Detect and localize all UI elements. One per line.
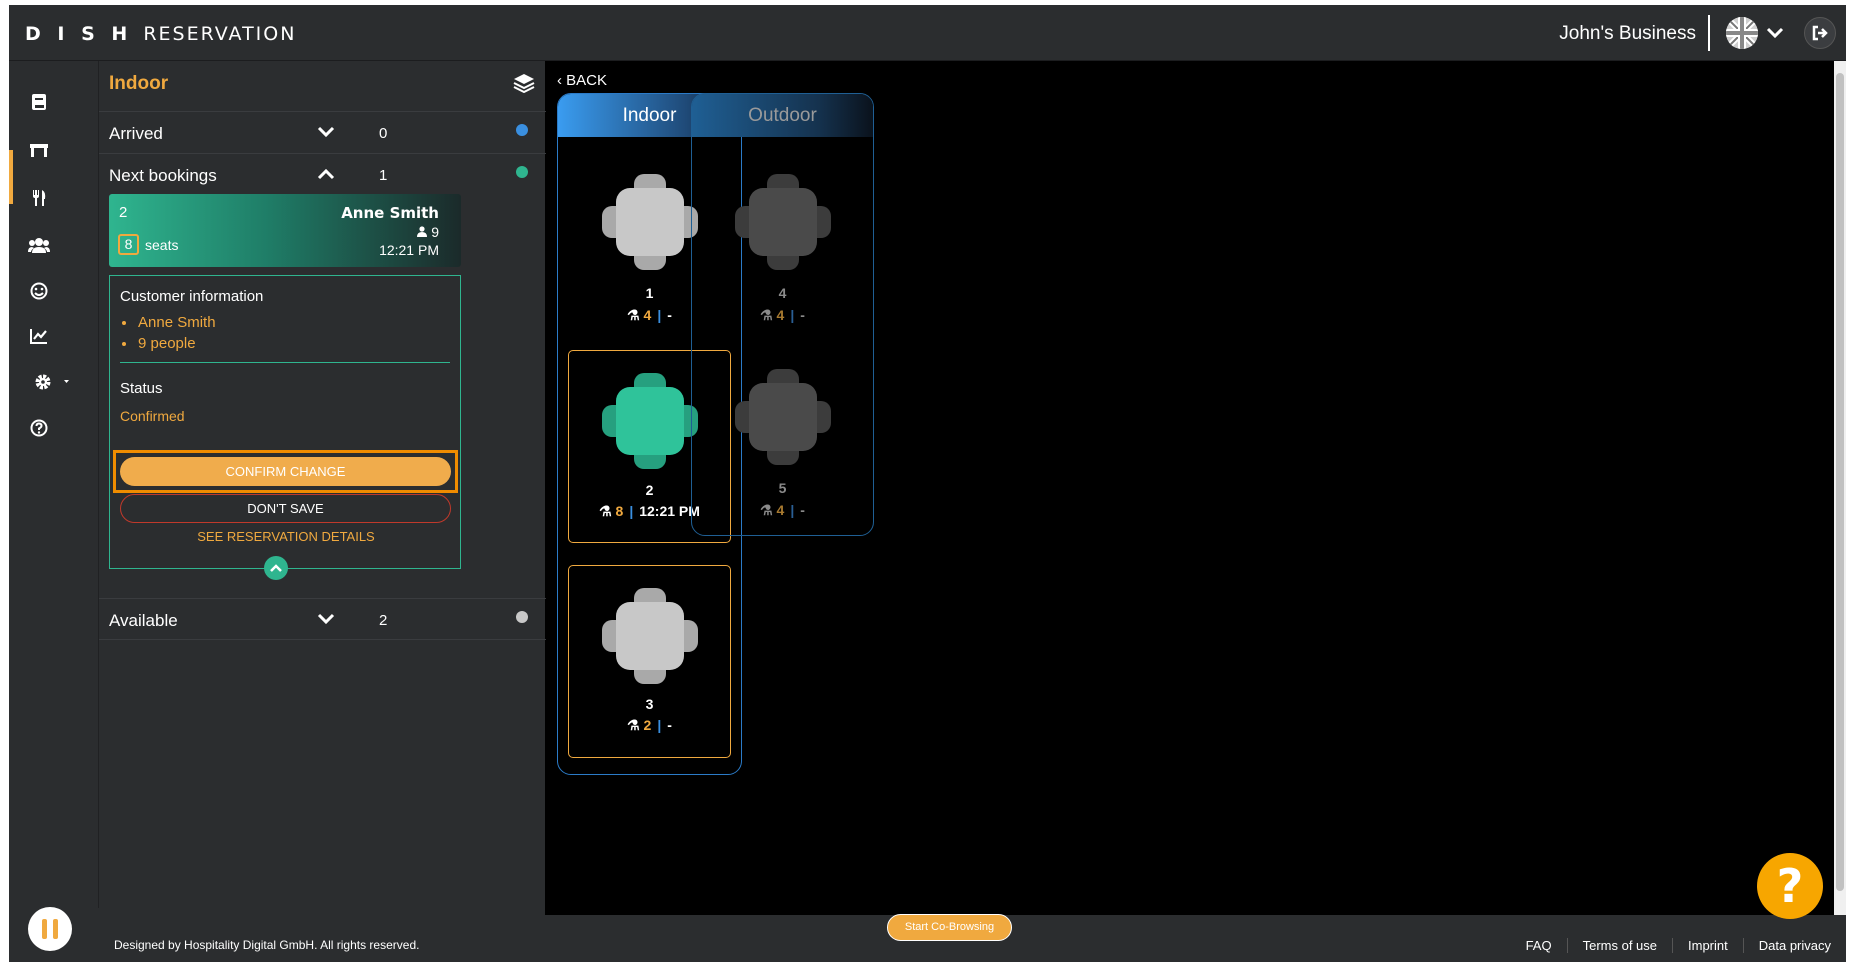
booking-people-count: 9: [431, 224, 439, 240]
booking-seats-label: seats: [145, 237, 179, 253]
scrollbar[interactable]: [1834, 61, 1846, 915]
layers-icon[interactable]: [513, 73, 535, 98]
row-available[interactable]: Available 2: [99, 598, 546, 640]
table-number: 4: [778, 285, 787, 301]
pause-icon[interactable]: [28, 907, 72, 951]
table-3[interactable]: 3 ⚗ 2 | -: [568, 565, 731, 758]
chevron-up-icon[interactable]: [317, 166, 335, 187]
copyright-text: Designed by Hospitality Digital GmbH. Al…: [114, 938, 420, 952]
booking-time: 12:21 PM: [379, 242, 439, 258]
row-label: Next bookings: [109, 166, 217, 185]
booking-card[interactable]: 2 Anne Smith 9 12:21 PM 8 seats: [109, 194, 461, 267]
help-circle-icon[interactable]: [9, 401, 98, 455]
table-4[interactable]: 4 ⚗ 4 | -: [692, 152, 873, 342]
panel-title: Indoor: [109, 73, 169, 94]
booking-guest-name: Anne Smith: [341, 204, 439, 222]
table-meta: ⚗ 4 | -: [760, 307, 805, 323]
co-browsing-button[interactable]: Start Co-Browsing: [887, 914, 1012, 941]
booking-people: 9: [417, 224, 439, 240]
status-dot: [516, 611, 528, 623]
table-shape: [735, 369, 831, 465]
table-icon[interactable]: [9, 123, 98, 177]
flag-icon[interactable]: [1726, 17, 1758, 49]
app-frame: D I S H RESERVATION John's Business Indo…: [9, 5, 1846, 962]
top-bar: D I S H RESERVATION John's Business: [9, 5, 1846, 61]
status-value: Confirmed: [120, 408, 185, 424]
row-arrived[interactable]: Arrived 0: [99, 111, 546, 153]
collapse-button[interactable]: [264, 556, 288, 580]
row-count: 1: [379, 167, 388, 184]
chevron-down-icon[interactable]: [1764, 22, 1786, 44]
status-dot: [516, 166, 528, 178]
chevron-down-icon[interactable]: [317, 124, 335, 145]
row-label: Available: [109, 611, 178, 630]
faq-link[interactable]: FAQ: [1511, 938, 1567, 953]
row-next-bookings[interactable]: Next bookings 1: [99, 153, 546, 195]
chair-icon: ⚗: [627, 717, 640, 733]
chair-icon: ⚗: [599, 503, 612, 519]
nav-rail: [9, 61, 98, 962]
dont-save-button[interactable]: DON'T SAVE: [120, 494, 451, 523]
table-number: 5: [778, 480, 787, 496]
privacy-link[interactable]: Data privacy: [1742, 938, 1846, 953]
row-label: Arrived: [109, 124, 163, 143]
logout-icon[interactable]: [1804, 17, 1836, 49]
back-link[interactable]: ‹ BACK: [557, 72, 607, 89]
customer-info-heading: Customer information: [120, 288, 264, 305]
chair-icon: ⚗: [760, 307, 773, 323]
table-shape: [602, 373, 698, 469]
area-outdoor-header[interactable]: Outdoor: [692, 94, 873, 137]
table-shape: [602, 588, 698, 684]
booking-table-number: 2: [119, 204, 128, 221]
booking-seats-number: 8: [118, 234, 139, 255]
business-name[interactable]: John's Business: [1559, 23, 1696, 45]
status-label: Status: [120, 380, 163, 397]
footer-links: FAQ Terms of use Imprint Data privacy: [1511, 938, 1846, 953]
help-button[interactable]: ?: [1757, 853, 1823, 919]
cutlery-icon[interactable]: [9, 171, 98, 225]
panel-footer: [98, 908, 545, 962]
terms-link[interactable]: Terms of use: [1566, 938, 1672, 953]
brand-logo[interactable]: D I S H RESERVATION: [25, 23, 296, 45]
area-outdoor[interactable]: Outdoor 4 ⚗ 4 | - 5 ⚗ 4 | -: [691, 93, 874, 536]
list-item: Anne Smith: [122, 314, 216, 331]
table-meta: ⚗ 2 | -: [627, 717, 672, 733]
row-count: 2: [379, 612, 388, 629]
header-divider: [1708, 15, 1710, 51]
divider: [120, 362, 450, 363]
person-icon: [417, 226, 428, 237]
table-shape: [735, 174, 831, 270]
confirm-change-button[interactable]: CONFIRM CHANGE: [120, 457, 451, 486]
table-5[interactable]: 5 ⚗ 4 | -: [692, 347, 873, 537]
row-count: 0: [379, 125, 388, 142]
status-dot: [516, 124, 528, 136]
chair-icon: ⚗: [627, 307, 640, 323]
table-meta: ⚗ 4 | -: [760, 502, 805, 518]
area-panel: Indoor Arrived 0 Next bookings 1 2 Anne …: [98, 61, 546, 908]
table-number: 3: [645, 696, 654, 712]
book-icon[interactable]: [9, 75, 98, 129]
table-shape: [602, 174, 698, 270]
imprint-link[interactable]: Imprint: [1672, 938, 1743, 953]
booking-details: Customer information Anne Smith 9 people…: [109, 275, 461, 569]
see-reservation-details-link[interactable]: SEE RESERVATION DETAILS: [110, 529, 462, 544]
chevron-down-icon[interactable]: [317, 611, 335, 632]
customer-info-list: Anne Smith 9 people: [122, 314, 216, 356]
chair-icon: ⚗: [760, 502, 773, 518]
list-item: 9 people: [122, 335, 216, 352]
scrollbar-thumb[interactable]: [1836, 73, 1844, 891]
